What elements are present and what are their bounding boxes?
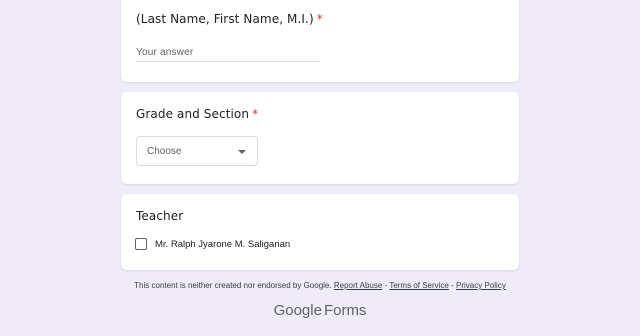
- question-title: Teacher: [136, 209, 183, 223]
- question-card-grade: Grade and Section * Choose: [121, 92, 519, 184]
- answer-placeholder: Your answer: [136, 47, 194, 58]
- required-asterisk: *: [316, 12, 323, 26]
- question-title-text: Teacher: [136, 209, 184, 223]
- footer-separator: -: [384, 281, 388, 290]
- google-forms-logo[interactable]: Google Forms: [0, 302, 640, 319]
- answer-input[interactable]: Your answer: [136, 44, 320, 62]
- grade-dropdown[interactable]: Choose: [136, 136, 258, 166]
- question-title: (Last Name, First Name, M.I.) *: [136, 12, 323, 26]
- brand-forms: Forms: [323, 302, 367, 319]
- question-title-text: (Last Name, First Name, M.I.): [136, 12, 314, 26]
- teacher-option[interactable]: Mr. Ralph Jyarone M. Saliganan: [135, 237, 290, 251]
- question-title-text: Grade and Section: [136, 107, 250, 121]
- brand-google: Google: [273, 302, 322, 319]
- disclaimer-text: This content is neither created nor endo…: [134, 281, 332, 290]
- dropdown-value: Choose: [147, 146, 182, 157]
- caret-down-icon: [238, 150, 246, 154]
- question-card-teacher: Teacher Mr. Ralph Jyarone M. Saliganan: [121, 194, 519, 270]
- privacy-link[interactable]: Privacy Policy: [456, 281, 506, 290]
- terms-link[interactable]: Terms of Service: [389, 281, 449, 290]
- footer-separator: -: [451, 281, 454, 290]
- question-card-name: (Last Name, First Name, M.I.) * Your answ…: [121, 0, 519, 82]
- option-label: Mr. Ralph Jyarone M. Saliganan: [155, 238, 291, 250]
- question-title: Grade and Section *: [136, 107, 258, 121]
- required-asterisk: *: [252, 107, 259, 121]
- footer-disclaimer: This content is neither created nor endo…: [0, 281, 640, 290]
- checkbox[interactable]: [135, 238, 147, 250]
- form-page: (Last Name, First Name, M.I.) * Your answ…: [0, 0, 640, 336]
- report-abuse-link[interactable]: Report Abuse: [334, 281, 382, 290]
